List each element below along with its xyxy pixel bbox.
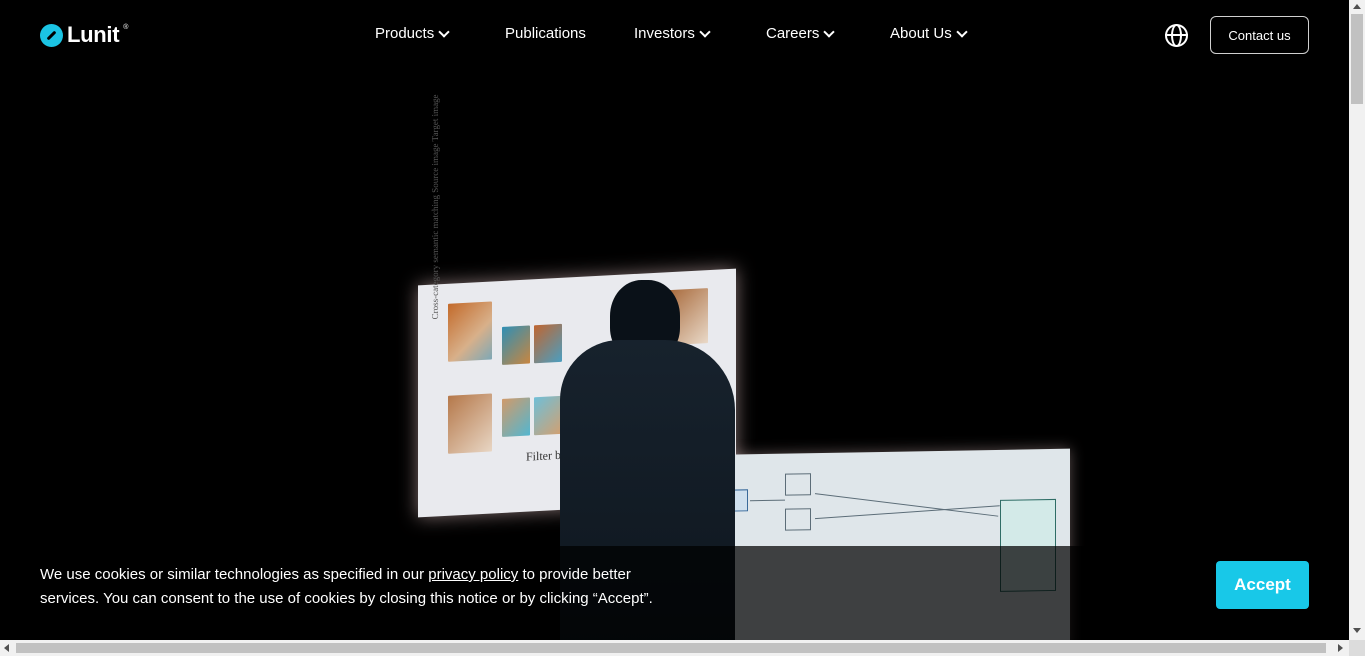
nav-item-label: Publications (505, 25, 586, 42)
cookie-text-before: We use cookies or similar technologies a… (40, 566, 429, 583)
diagram-line (750, 499, 785, 502)
nav-item-investors[interactable]: Investors (634, 25, 711, 42)
lunit-logo[interactable]: Lunit ® (40, 22, 128, 48)
registered-mark: ® (123, 24, 129, 31)
diagram-box (785, 473, 811, 496)
chevron-down-icon (956, 25, 968, 38)
nav-item-label: About Us (890, 25, 952, 42)
nav-item-about-us[interactable]: About Us (890, 25, 968, 42)
horse-image (448, 393, 492, 454)
cookie-banner: We use cookies or similar technologies a… (0, 546, 1349, 640)
horizontal-scroll-thumb[interactable] (16, 643, 1326, 653)
screen-vertical-label: Cross-category semantic matching Source … (430, 94, 440, 320)
privacy-policy-link[interactable]: privacy policy (428, 566, 518, 583)
nav-item-products[interactable]: Products (375, 25, 450, 42)
nav-item-label: Investors (634, 25, 695, 42)
diagram-line (814, 493, 999, 517)
accept-cookies-button[interactable]: Accept (1216, 561, 1309, 609)
horse-heatmap-image (502, 397, 530, 437)
nav-item-label: Products (375, 25, 435, 42)
cookie-notice-text: We use cookies or similar technologies a… (40, 563, 660, 611)
scroll-right-arrow-icon[interactable] (1338, 644, 1343, 652)
nav-item-label: Careers (766, 25, 820, 42)
vertical-scroll-thumb[interactable] (1351, 14, 1363, 104)
horse-heatmap-image (534, 395, 562, 436)
diagram-box (785, 508, 811, 531)
scroll-left-arrow-icon[interactable] (4, 644, 9, 652)
horizontal-scrollbar[interactable] (0, 640, 1349, 656)
chevron-down-icon (823, 25, 836, 38)
chevron-down-icon (438, 25, 450, 38)
nav-item-publications[interactable]: Publications (505, 25, 586, 42)
scrollbar-corner (1349, 640, 1365, 656)
site-header: Lunit ® Products Publications Investors … (0, 0, 1349, 72)
lunit-logo-mark-icon (40, 23, 63, 47)
fox-image (448, 301, 492, 362)
contact-us-button[interactable]: Contact us (1210, 16, 1309, 54)
vertical-scrollbar[interactable] (1349, 0, 1365, 640)
chevron-down-icon (699, 25, 711, 38)
nav-item-careers[interactable]: Careers (766, 25, 836, 42)
fox-heatmap-image (534, 323, 562, 364)
scroll-down-arrow-icon[interactable] (1353, 628, 1361, 633)
scroll-up-arrow-icon[interactable] (1353, 4, 1361, 9)
globe-icon[interactable] (1165, 24, 1188, 47)
fox-heatmap-image (502, 325, 530, 365)
logo-text: Lunit (67, 22, 120, 47)
